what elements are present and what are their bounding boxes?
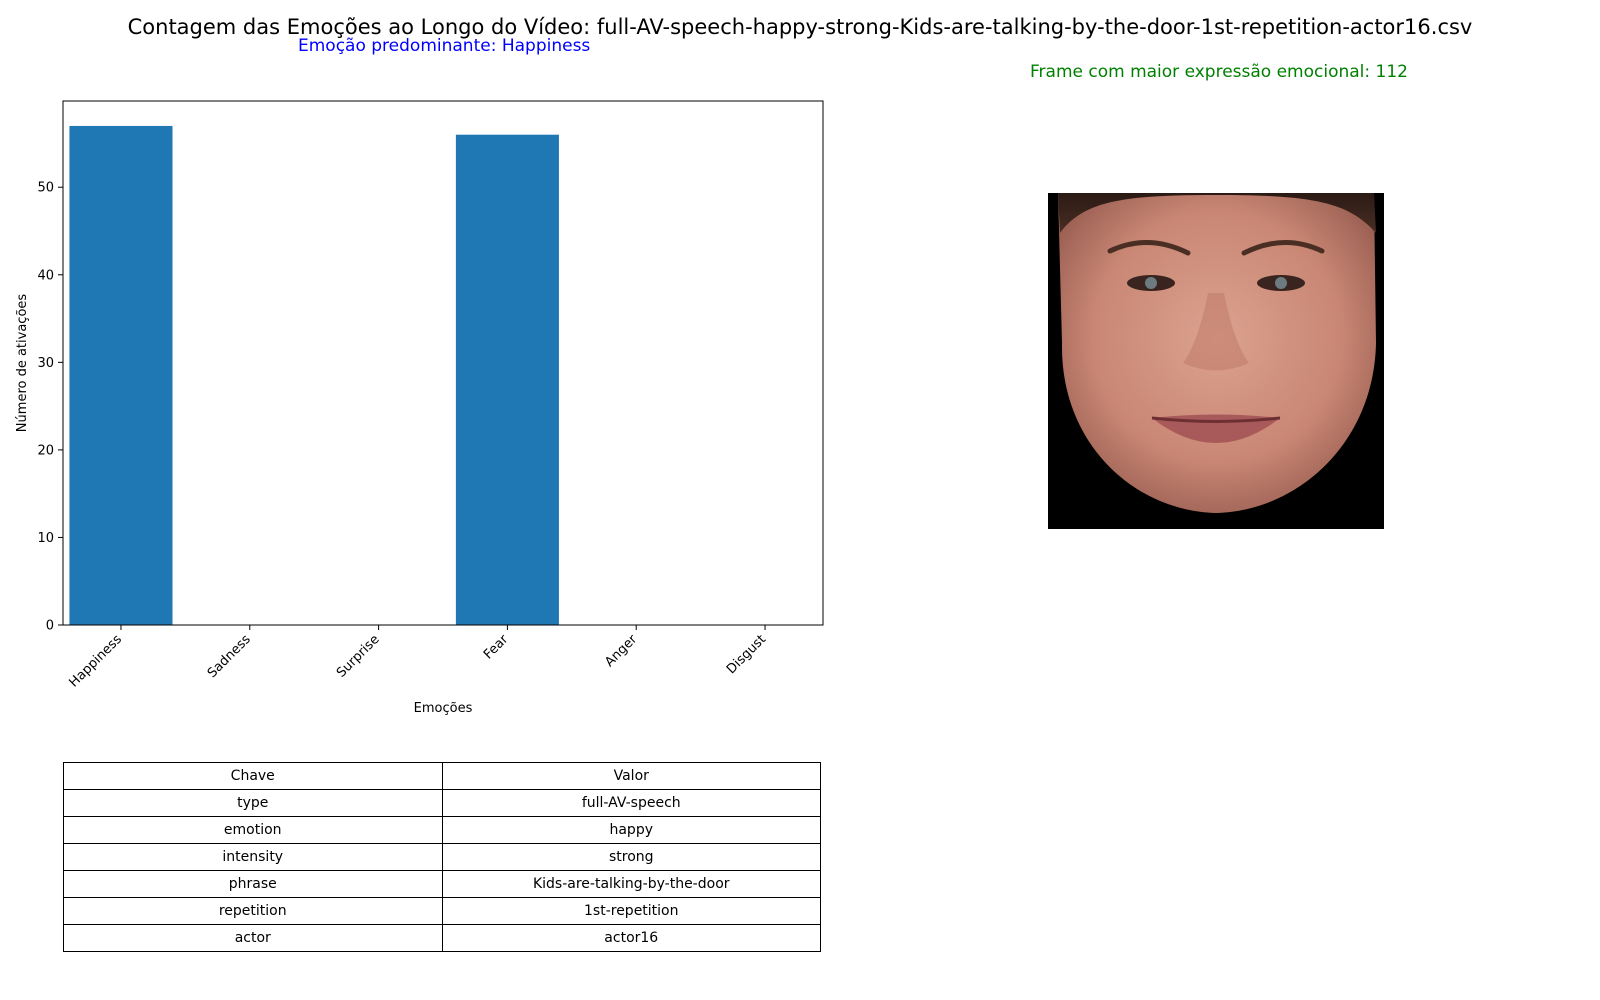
table-cell-key: phrase	[63, 870, 443, 898]
table-cell-key: intensity	[63, 843, 443, 871]
y-axis-label: Número de ativações	[15, 294, 30, 433]
table-cell-value: full-AV-speech	[441, 789, 821, 817]
table-row: repetition 1st-repetition	[63, 897, 821, 925]
x-tick-label: Sadness	[205, 632, 254, 681]
x-axis-label: Emoções	[414, 701, 473, 716]
y-tick-label: 20	[37, 443, 54, 458]
table-cell-value: Valor	[441, 762, 821, 790]
x-tick-label: Surprise	[334, 632, 383, 681]
y-tick-label: 50	[37, 181, 54, 196]
table-cell-value: happy	[441, 816, 821, 844]
table-cell-value: Kids-are-talking-by-the-door	[441, 870, 821, 898]
x-tick-label: Happiness	[67, 632, 126, 691]
y-tick-label: 40	[37, 268, 54, 283]
x-tick-label: Disgust	[724, 632, 769, 677]
x-tick-label: Anger	[602, 632, 640, 670]
table-cell-key: Chave	[63, 762, 443, 790]
table-cell-key: type	[63, 789, 443, 817]
y-tick-label: 30	[37, 356, 54, 371]
table-row: emotion happy	[63, 816, 821, 844]
table-header-row: Chave Valor	[63, 762, 821, 790]
bar-happiness	[69, 125, 173, 625]
y-tick-label: 0	[46, 619, 54, 634]
table-row: phrase Kids-are-talking-by-the-door	[63, 870, 821, 898]
x-tick-label: Fear	[481, 632, 512, 663]
table-cell-key: emotion	[63, 816, 443, 844]
metadata-table: Chave Valor type full-AV-speech emotion happy…	[63, 762, 821, 952]
table-cell-value: 1st-repetition	[441, 897, 821, 925]
table-row: intensity strong	[63, 843, 821, 871]
table-cell-value: actor16	[441, 924, 821, 952]
y-tick-label: 10	[37, 531, 54, 546]
table-cell-key: actor	[63, 924, 443, 952]
face-frame-image	[1048, 193, 1384, 529]
table-cell-key: repetition	[63, 897, 443, 925]
table-cell-value: strong	[441, 843, 821, 871]
bar-fear	[455, 134, 559, 626]
table-row: type full-AV-speech	[63, 789, 821, 817]
plot-frame	[62, 100, 824, 626]
table-row: actor actor16	[63, 924, 821, 952]
